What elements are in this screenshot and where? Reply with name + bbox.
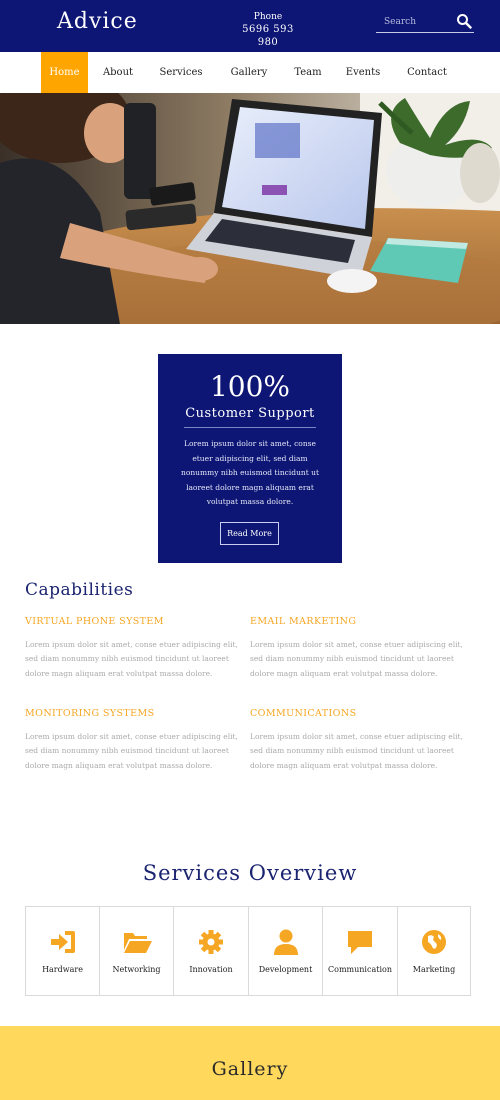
support-percentage: 100% [209, 370, 291, 403]
service-label: Development [258, 965, 313, 974]
hero-banner-image [0, 93, 500, 324]
service-marketing[interactable]: Marketing [398, 907, 470, 995]
read-more-button[interactable]: Read More [220, 522, 279, 545]
nav-services[interactable]: Services [154, 52, 208, 93]
gallery-heading: Gallery [211, 1058, 289, 1080]
service-hardware[interactable]: Hardware [26, 907, 100, 995]
nav-about[interactable]: About [96, 52, 140, 93]
globe-icon [422, 930, 446, 954]
search-input[interactable] [384, 14, 454, 29]
capability-item: VIRTUAL PHONE SYSTEM Lorem ipsum dolor s… [25, 616, 240, 681]
nav-gallery[interactable]: Gallery [224, 52, 274, 93]
service-communication[interactable]: Communication [323, 907, 398, 995]
capability-text: Lorem ipsum dolor sit amet, conse etuer … [250, 732, 463, 770]
comment-icon [348, 931, 372, 954]
nav-team[interactable]: Team [288, 52, 328, 93]
capability-text: Lorem ipsum dolor sit amet, conse etuer … [25, 640, 238, 678]
hero-workspace-illustration [0, 93, 500, 324]
services-overview-heading: Services Overview [142, 861, 358, 885]
capability-item: COMMUNICATIONS Lorem ipsum dolor sit ame… [250, 708, 465, 773]
search-box [376, 10, 474, 33]
folder-open-icon [123, 933, 152, 953]
support-text: Lorem ipsum dolor sit amet, conse etuer … [181, 439, 319, 506]
support-title: Customer Support [185, 406, 315, 421]
capability-item: MONITORING SYSTEMS Lorem ipsum dolor sit… [25, 708, 240, 773]
capability-title: EMAIL MARKETING [250, 616, 357, 627]
service-label: Networking [112, 965, 161, 974]
service-development[interactable]: Development [249, 907, 323, 995]
top-bar: Advice Phone 5696 593 980 [0, 0, 500, 52]
nav-events[interactable]: Events [340, 52, 386, 93]
capability-text: Lorem ipsum dolor sit amet, conse etuer … [25, 732, 238, 770]
phone-block: Phone 5696 593 980 [232, 12, 304, 49]
site-logo[interactable]: Advice [57, 9, 138, 34]
capability-title: VIRTUAL PHONE SYSTEM [25, 616, 164, 627]
services-grid: Hardware Networking Innovation Developme… [25, 906, 471, 996]
capabilities-heading: Capabilities [25, 580, 134, 600]
user-icon [273, 929, 298, 955]
service-label: Communication [328, 965, 392, 974]
nav-contact[interactable]: Contact [402, 52, 452, 93]
phone-number: 5696 593 980 [242, 24, 294, 48]
capability-title: MONITORING SYSTEMS [25, 708, 155, 719]
phone-label: Phone [253, 12, 283, 22]
service-label: Hardware [42, 965, 83, 974]
capability-text: Lorem ipsum dolor sit amet, conse etuer … [250, 640, 463, 678]
search-icon[interactable] [456, 13, 472, 29]
gear-icon [199, 930, 223, 954]
sign-in-icon [50, 931, 75, 953]
capability-item: EMAIL MARKETING Lorem ipsum dolor sit am… [250, 616, 465, 681]
nav-home[interactable]: Home [41, 52, 88, 93]
main-nav: Home About Services Gallery Team Events … [0, 52, 500, 93]
service-innovation[interactable]: Innovation [174, 907, 249, 995]
customer-support-card: 100% Customer Support Lorem ipsum dolor … [158, 354, 342, 563]
service-label: Innovation [189, 965, 233, 974]
service-label: Marketing [412, 965, 456, 974]
gallery-section: Gallery [0, 1026, 500, 1100]
capability-title: COMMUNICATIONS [250, 708, 357, 719]
service-networking[interactable]: Networking [100, 907, 174, 995]
support-divider [184, 427, 316, 428]
